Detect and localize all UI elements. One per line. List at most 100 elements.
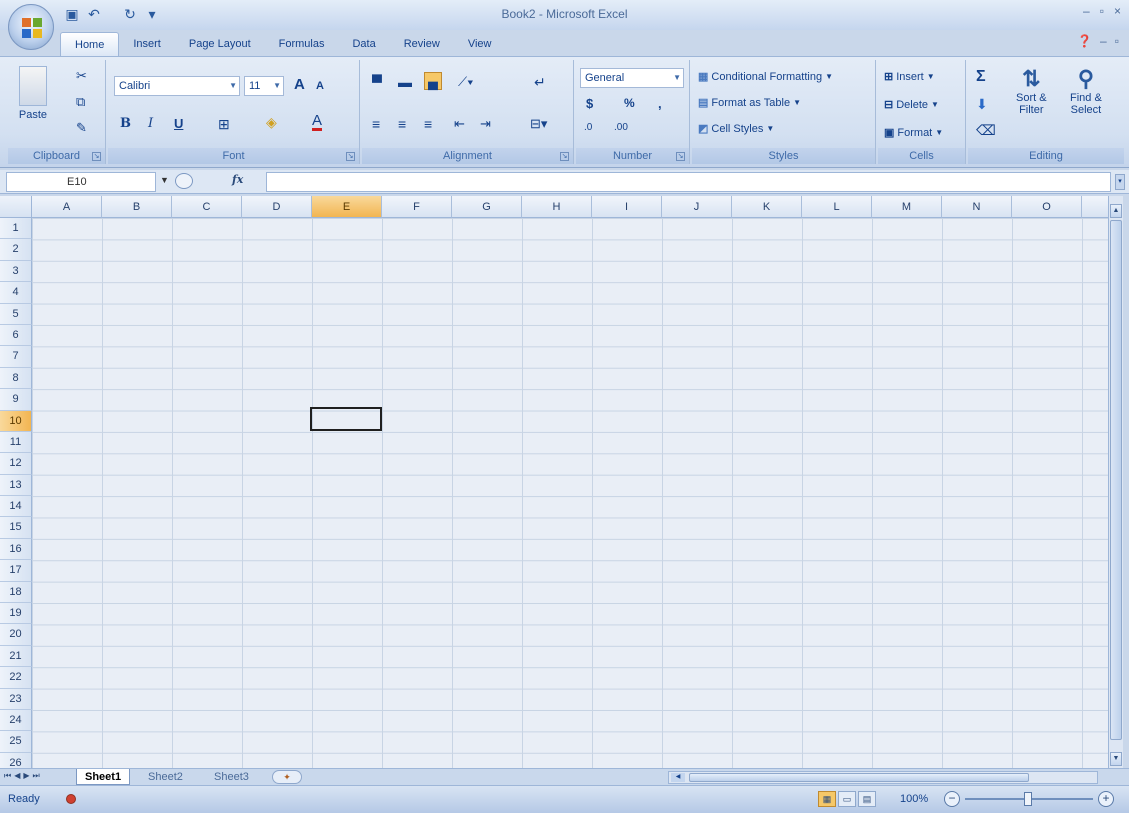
column-header-c[interactable]: C [172,196,242,218]
orientation-icon[interactable]: ⟋▾ [458,74,473,90]
number-launcher-icon[interactable]: ↘ [676,152,685,161]
expand-formula-bar-icon[interactable]: ▾ [1115,174,1125,190]
clear-icon[interactable]: ⌫ [976,122,996,139]
tab-view[interactable]: View [454,32,506,56]
office-button[interactable] [8,4,54,50]
page-break-view-icon[interactable]: ▤ [858,791,876,807]
autosum-button[interactable]: Σ [976,68,986,86]
row-header[interactable]: 15 [0,517,32,539]
vertical-scrollbar[interactable]: ▲ ▼ [1108,196,1123,768]
alignment-launcher-icon[interactable]: ↘ [560,152,569,161]
formula-input[interactable] [266,172,1111,192]
italic-button[interactable]: I [148,116,153,131]
borders-icon[interactable]: ⊞ [218,116,230,133]
row-header[interactable]: 21 [0,645,32,668]
align-bottom-icon[interactable]: ▄ [424,72,442,90]
number-format-select[interactable]: General ▼ [580,68,684,88]
row-header-selected[interactable]: 10 [0,410,32,432]
row-header[interactable]: 9 [0,389,32,411]
column-header-j[interactable]: J [662,196,732,218]
cell-area[interactable] [32,218,1108,768]
row-header[interactable]: 23 [0,688,32,710]
currency-button[interactable]: $ [586,96,593,111]
row-header[interactable]: 4 [0,282,32,304]
clipboard-launcher-icon[interactable]: ↘ [92,152,101,161]
ribbon-restore-icon[interactable]: ▫ [1115,34,1119,48]
row-header[interactable]: 16 [0,538,32,561]
decrease-indent-icon[interactable]: ⇤ [454,116,465,132]
row-header[interactable]: 17 [0,560,32,582]
tab-page-layout[interactable]: Page Layout [175,32,265,56]
first-sheet-icon[interactable]: ⏮ [4,771,11,781]
shrink-font-button[interactable]: A [316,80,324,92]
row-header[interactable]: 11 [0,431,32,454]
sort-filter-button[interactable]: ⇅ Sort & Filter [1016,66,1047,116]
sheet-tab-sheet3[interactable]: Sheet3 [206,769,257,785]
insert-function-button[interactable]: fx [232,173,243,186]
align-left-icon[interactable]: ≡ [372,116,380,132]
paste-button[interactable]: Paste [16,66,50,121]
last-sheet-icon[interactable]: ⏭ [33,771,40,781]
tab-review[interactable]: Review [390,32,454,56]
row-header[interactable]: 13 [0,474,32,497]
next-sheet-icon[interactable]: ▶ [23,771,29,781]
row-header[interactable]: 5 [0,303,32,325]
row-header[interactable]: 1 [0,218,32,240]
close-button[interactable]: × [1114,4,1121,18]
zoom-level[interactable]: 100% [900,793,928,805]
find-select-button[interactable]: ⚲ Find & Select [1070,66,1102,116]
column-header-m[interactable]: M [872,196,942,218]
column-header-i[interactable]: I [592,196,662,218]
row-header[interactable]: 12 [0,453,32,475]
wrap-text-icon[interactable]: ↵ [534,74,546,91]
minimize-button[interactable]: – [1083,4,1090,18]
font-name-select[interactable]: Calibri ▼ [114,76,240,96]
scroll-up-icon[interactable]: ▲ [1110,204,1122,218]
comma-button[interactable]: , [658,96,662,111]
decrease-decimal-button[interactable]: .00 [614,122,628,133]
horizontal-scroll-thumb[interactable] [689,773,1029,782]
row-header[interactable]: 24 [0,709,32,732]
horizontal-scrollbar[interactable]: ◀ [668,771,1098,784]
align-center-icon[interactable]: ≡ [398,116,406,132]
row-header[interactable]: 3 [0,260,32,283]
column-header-h[interactable]: H [522,196,592,218]
chevron-down-icon[interactable]: ▼ [160,175,169,185]
zoom-slider-thumb[interactable] [1024,792,1032,806]
increase-indent-icon[interactable]: ⇥ [480,116,491,132]
column-header-o[interactable]: O [1012,196,1082,218]
fill-icon[interactable]: ⬇ [976,96,988,113]
tab-data[interactable]: Data [338,32,389,56]
sheet-tab-sheet2[interactable]: Sheet2 [140,769,191,785]
column-header-n[interactable]: N [942,196,1012,218]
zoom-in-icon[interactable]: + [1098,791,1114,807]
font-launcher-icon[interactable]: ↘ [346,152,355,161]
column-header-g[interactable]: G [452,196,522,218]
merge-center-icon[interactable]: ⊟▾ [530,116,547,132]
column-header-b[interactable]: B [102,196,172,218]
vertical-scroll-thumb[interactable] [1110,220,1122,740]
row-header[interactable]: 18 [0,581,32,604]
row-header[interactable]: 19 [0,603,32,625]
increase-decimal-button[interactable]: .0 [584,122,592,133]
prev-sheet-icon[interactable]: ◀ [14,771,20,781]
column-header-f[interactable]: F [382,196,452,218]
active-cell[interactable] [310,407,382,431]
row-header[interactable]: 25 [0,731,32,753]
insert-sheet-icon[interactable]: ✦ [272,770,302,784]
format-cells-button[interactable]: ▣ Format ▼ [884,126,943,140]
delete-cells-button[interactable]: ⊟ Delete ▼ [884,98,939,112]
fill-color-icon[interactable]: ◈ [266,114,277,131]
align-top-icon[interactable]: ▀ [372,74,382,90]
macro-record-icon[interactable] [66,794,76,804]
maximize-button[interactable]: ▫ [1100,4,1104,18]
row-header[interactable]: 20 [0,624,32,646]
insert-cells-button[interactable]: ⊞ Insert ▼ [884,70,935,84]
format-painter-icon[interactable]: ✎ [76,120,87,136]
align-middle-icon[interactable]: ▬ [398,74,412,90]
sheet-tab-sheet1[interactable]: Sheet1 [76,769,131,785]
select-all-button[interactable] [0,196,32,218]
help-icon[interactable]: ❓ [1077,34,1092,48]
scroll-left-icon[interactable]: ◀ [671,773,685,782]
formula-cancel-icon[interactable] [175,173,193,189]
